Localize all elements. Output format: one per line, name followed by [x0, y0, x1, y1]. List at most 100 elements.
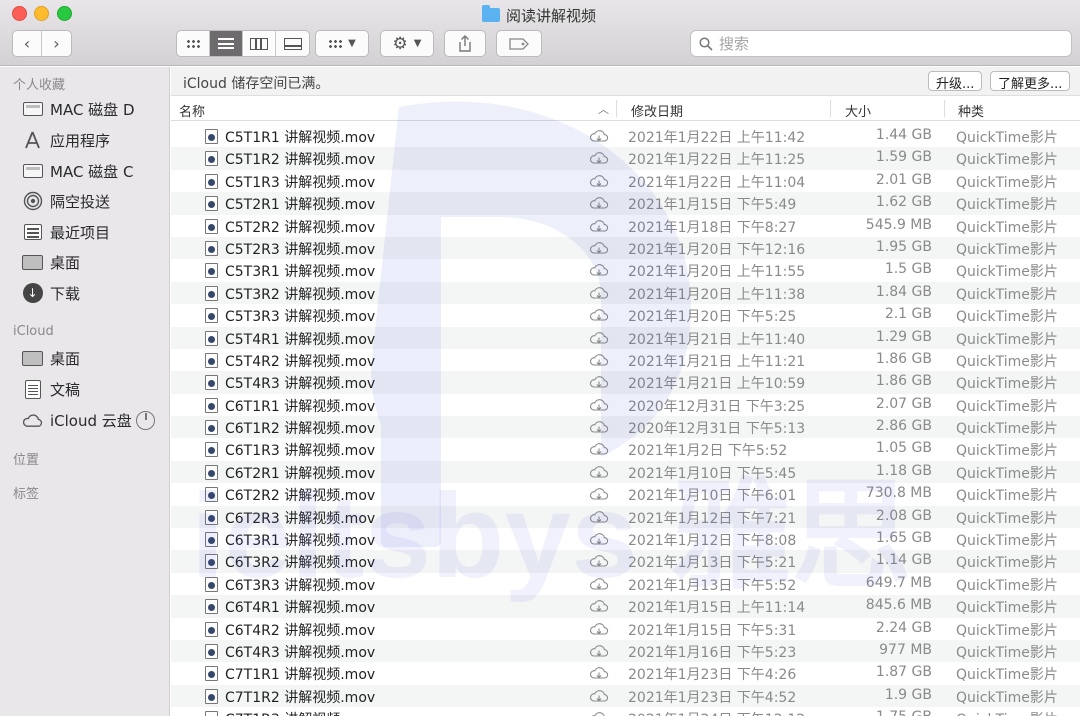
forward-button[interactable]: ›	[42, 31, 71, 56]
icon-view-button[interactable]	[177, 31, 210, 56]
zoom-window-button[interactable]	[57, 6, 72, 21]
cloud-download-icon[interactable]	[589, 352, 609, 368]
file-row[interactable]: C6T1R2 讲解视频.mov 2020年12月31日 下午5:13 2.86 GB…	[171, 416, 1080, 439]
cloud-download-icon[interactable]	[589, 374, 609, 390]
cloud-download-icon[interactable]	[589, 173, 609, 189]
file-row[interactable]: C7T1R2 讲解视频.mov 2021年1月23日 下午4:52 1.9 GB Qu…	[171, 684, 1080, 708]
sidebar-item-airdrop[interactable]: 隔空投送	[22, 188, 167, 214]
cloud-download-icon[interactable]	[589, 397, 609, 413]
sidebar-item-icloud-drive[interactable]: iCloud 云盘	[22, 407, 167, 433]
back-button[interactable]: ‹	[13, 31, 43, 56]
file-kind: QuickTime影片	[956, 667, 1058, 684]
file-row[interactable]: C7T1R1 讲解视频.mov 2021年1月23日 下午4:26 1.87 GB Q…	[171, 662, 1080, 684]
cloud-download-icon[interactable]	[589, 710, 609, 716]
cloud-download-icon[interactable]	[589, 576, 609, 592]
sidebar-item-recents[interactable]: 最近项目	[22, 219, 167, 245]
cloud-download-icon[interactable]	[589, 598, 609, 614]
minimize-window-button[interactable]	[34, 6, 49, 21]
cloud-download-icon[interactable]	[589, 464, 609, 480]
file-row[interactable]: C6T4R1 讲解视频.mov 2021年1月15日 上午11:14 845.6 M…	[171, 595, 1080, 618]
drive-icon	[22, 164, 43, 178]
cloud-download-icon[interactable]	[589, 553, 609, 569]
search-input[interactable]: 搜索	[690, 30, 1072, 57]
file-kind: QuickTime影片	[956, 309, 1058, 326]
file-row[interactable]: C5T2R3 讲解视频.mov 2021年1月20日 下午12:16 1.95 GB…	[171, 236, 1080, 260]
file-kind: QuickTime影片	[956, 465, 1058, 482]
sidebar-item-downloads[interactable]: ↓ 下载	[22, 280, 167, 306]
cloud-download-icon[interactable]	[589, 262, 609, 278]
file-row[interactable]: C5T1R3 讲解视频.mov 2021年1月22日 上午11:04 2.01 GB…	[171, 170, 1080, 192]
file-size: 1.5 GB	[884, 261, 932, 278]
file-row[interactable]: C5T2R2 讲解视频.mov 2021年1月18日 下午8:27 545.9 MB…	[171, 215, 1080, 237]
group-by-button[interactable]: ▼	[315, 30, 369, 57]
file-row[interactable]: C6T2R3 讲解视频.mov 2021年1月12日 下午7:21 2.08 GB Q…	[171, 505, 1080, 529]
learn-more-button[interactable]: 了解更多...	[990, 71, 1071, 92]
cloud-download-icon[interactable]	[589, 509, 609, 525]
file-row[interactable]: C5T3R1 讲解视频.mov 2021年1月20日 上午11:55 1.5 GB Q…	[171, 259, 1080, 281]
file-row[interactable]: C5T3R2 讲解视频.mov 2021年1月20日 上午11:38 1.84 GB…	[171, 281, 1080, 305]
share-button[interactable]	[444, 30, 486, 57]
file-row[interactable]: C6T1R1 讲解视频.mov 2020年12月31日 下午3:25 2.07 GB…	[171, 394, 1080, 416]
file-row[interactable]: C5T1R1 讲解视频.mov 2021年1月22日 上午11:42 1.44 GB…	[171, 125, 1080, 147]
column-header-kind[interactable]: 种类	[958, 101, 984, 120]
cloud-download-icon[interactable]	[589, 419, 609, 435]
sidebar-item-documents[interactable]: 文稿	[22, 376, 167, 402]
file-row[interactable]: C6T4R2 讲解视频.mov 2021年1月15日 下午5:31 2.24 GB Q…	[171, 618, 1080, 640]
cloud-download-icon[interactable]	[589, 621, 609, 637]
cloud-download-icon[interactable]	[589, 665, 609, 681]
file-size: 1.75 GB	[876, 709, 932, 716]
cloud-download-icon[interactable]	[589, 486, 609, 502]
sidebar-item-desktop[interactable]: 桌面	[22, 249, 167, 275]
file-row[interactable]: C6T2R1 讲解视频.mov 2021年1月10日 下午5:45 1.18 GB Q…	[171, 460, 1080, 484]
file-row[interactable]: C5T4R3 讲解视频.mov 2021年1月21日 上午10:59 1.86 GB…	[171, 371, 1080, 394]
file-row[interactable]: C6T4R3 讲解视频.mov 2021年1月16日 下午5:23 977 MB Qu…	[171, 639, 1080, 663]
tags-button[interactable]	[496, 30, 542, 57]
file-modified-date: 2021年1月21日 上午10:59	[628, 376, 806, 393]
file-row[interactable]: C6T3R2 讲解视频.mov 2021年1月13日 下午5:21 1.14 GB Q…	[171, 550, 1080, 573]
column-header-date[interactable]: 修改日期	[631, 101, 683, 120]
file-row[interactable]: C7T1R3 讲解视频.mov 2021年1月24日 下午12:12 1.75 GB…	[171, 707, 1080, 716]
file-row[interactable]: C6T1R3 讲解视频.mov 2021年1月2日 下午5:52 1.05 GB Qu…	[171, 438, 1080, 460]
quicktime-file-icon	[205, 129, 218, 144]
column-header-name[interactable]: 名称	[179, 101, 205, 120]
upgrade-button[interactable]: 升级...	[928, 71, 983, 92]
desktop-icon	[22, 350, 43, 366]
file-kind: QuickTime影片	[956, 488, 1058, 505]
action-menu-button[interactable]: ⚙ ▼	[380, 30, 434, 57]
cloud-download-icon[interactable]	[589, 285, 609, 301]
cloud-download-icon[interactable]	[589, 330, 609, 346]
file-row[interactable]: C5T1R2 讲解视频.mov 2021年1月22日 上午11:25 1.59 GB…	[171, 147, 1080, 170]
file-kind: QuickTime影片	[956, 577, 1058, 594]
gallery-icon	[283, 37, 302, 50]
gallery-view-button[interactable]	[276, 31, 309, 56]
column-header-size[interactable]: 大小	[845, 101, 871, 120]
cloud-download-icon[interactable]	[589, 128, 609, 144]
cloud-download-icon[interactable]	[589, 150, 609, 166]
list-view-button[interactable]	[210, 31, 243, 56]
sidebar-item-mac-disk-c[interactable]: MAC 磁盘 C	[22, 158, 167, 184]
cloud-download-icon[interactable]	[589, 307, 609, 323]
file-kind: QuickTime影片	[956, 533, 1058, 550]
file-row[interactable]: C6T3R1 讲解视频.mov 2021年1月12日 下午8:08 1.65 GB Q…	[171, 528, 1080, 550]
file-modified-date: 2021年1月22日 上午11:25	[628, 152, 806, 169]
sidebar-item-icloud-desktop[interactable]: 桌面	[22, 345, 167, 371]
file-row[interactable]: C5T2R1 讲解视频.mov 2021年1月15日 下午5:49 1.62 GB Q…	[171, 192, 1080, 215]
file-row[interactable]: C6T2R2 讲解视频.mov 2021年1月10日 下午6:01 730.8 MB…	[171, 483, 1080, 505]
cloud-download-icon[interactable]	[589, 643, 609, 659]
cloud-download-icon[interactable]	[589, 240, 609, 256]
cloud-download-icon[interactable]	[589, 531, 609, 547]
sidebar-item-applications[interactable]: 应用程序	[22, 127, 167, 153]
file-row[interactable]: C5T3R3 讲解视频.mov 2021年1月20日 下午5:25 2.1 GB Qu…	[171, 304, 1080, 326]
recents-icon	[23, 224, 42, 240]
cloud-download-icon[interactable]	[589, 441, 609, 457]
file-row[interactable]: C5T4R1 讲解视频.mov 2021年1月21日 上午11:40 1.29 GB…	[171, 326, 1080, 349]
sidebar-item-mac-disk-d[interactable]: MAC 磁盘 D	[22, 96, 167, 122]
cloud-download-icon[interactable]	[589, 218, 609, 234]
file-row[interactable]: C5T4R2 讲解视频.mov 2021年1月21日 上午11:21 1.86 GB…	[171, 349, 1080, 371]
close-window-button[interactable]	[12, 6, 27, 21]
column-view-button[interactable]	[243, 31, 276, 56]
columns-icon	[250, 37, 268, 50]
cloud-download-icon[interactable]	[589, 688, 609, 704]
file-row[interactable]: C6T3R3 讲解视频.mov 2021年1月13日 下午5:52 649.7 MB…	[171, 573, 1080, 595]
cloud-download-icon[interactable]	[589, 195, 609, 211]
